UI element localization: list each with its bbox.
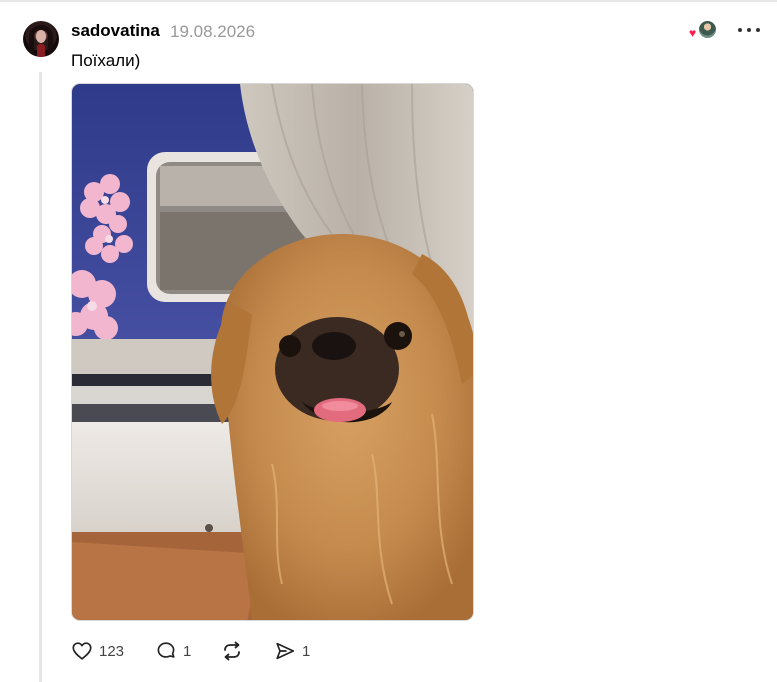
more-dot-icon	[738, 28, 742, 32]
like-button[interactable]: 123	[71, 638, 124, 664]
avatar-face	[36, 30, 46, 43]
avatar[interactable]	[23, 21, 59, 57]
more-options-button[interactable]	[736, 22, 762, 38]
thread-line	[39, 72, 42, 682]
username[interactable]: sadovatina	[71, 21, 160, 41]
share-count: 1	[302, 642, 311, 660]
more-dot-icon	[756, 28, 760, 32]
top-divider	[0, 0, 777, 2]
heart-outline-icon	[72, 642, 92, 660]
avatar-dress	[37, 44, 45, 57]
heart-icon: ♥	[689, 26, 697, 40]
post-date[interactable]: 19.08.2026	[170, 22, 255, 42]
share-button[interactable]: 1	[274, 638, 310, 664]
repost-icon	[224, 641, 240, 661]
more-dot-icon	[747, 28, 751, 32]
send-icon	[276, 642, 295, 660]
comment-icon	[157, 642, 175, 658]
reactors-badge[interactable]: ♥	[689, 20, 717, 42]
comment-button[interactable]: 1	[155, 638, 191, 664]
comment-count: 1	[183, 642, 192, 660]
reactor-avatar	[698, 20, 717, 39]
like-count: 123	[99, 642, 125, 660]
post-image[interactable]	[71, 83, 474, 621]
post-text: Поїхали)	[71, 51, 141, 70]
repost-button[interactable]	[220, 638, 244, 664]
